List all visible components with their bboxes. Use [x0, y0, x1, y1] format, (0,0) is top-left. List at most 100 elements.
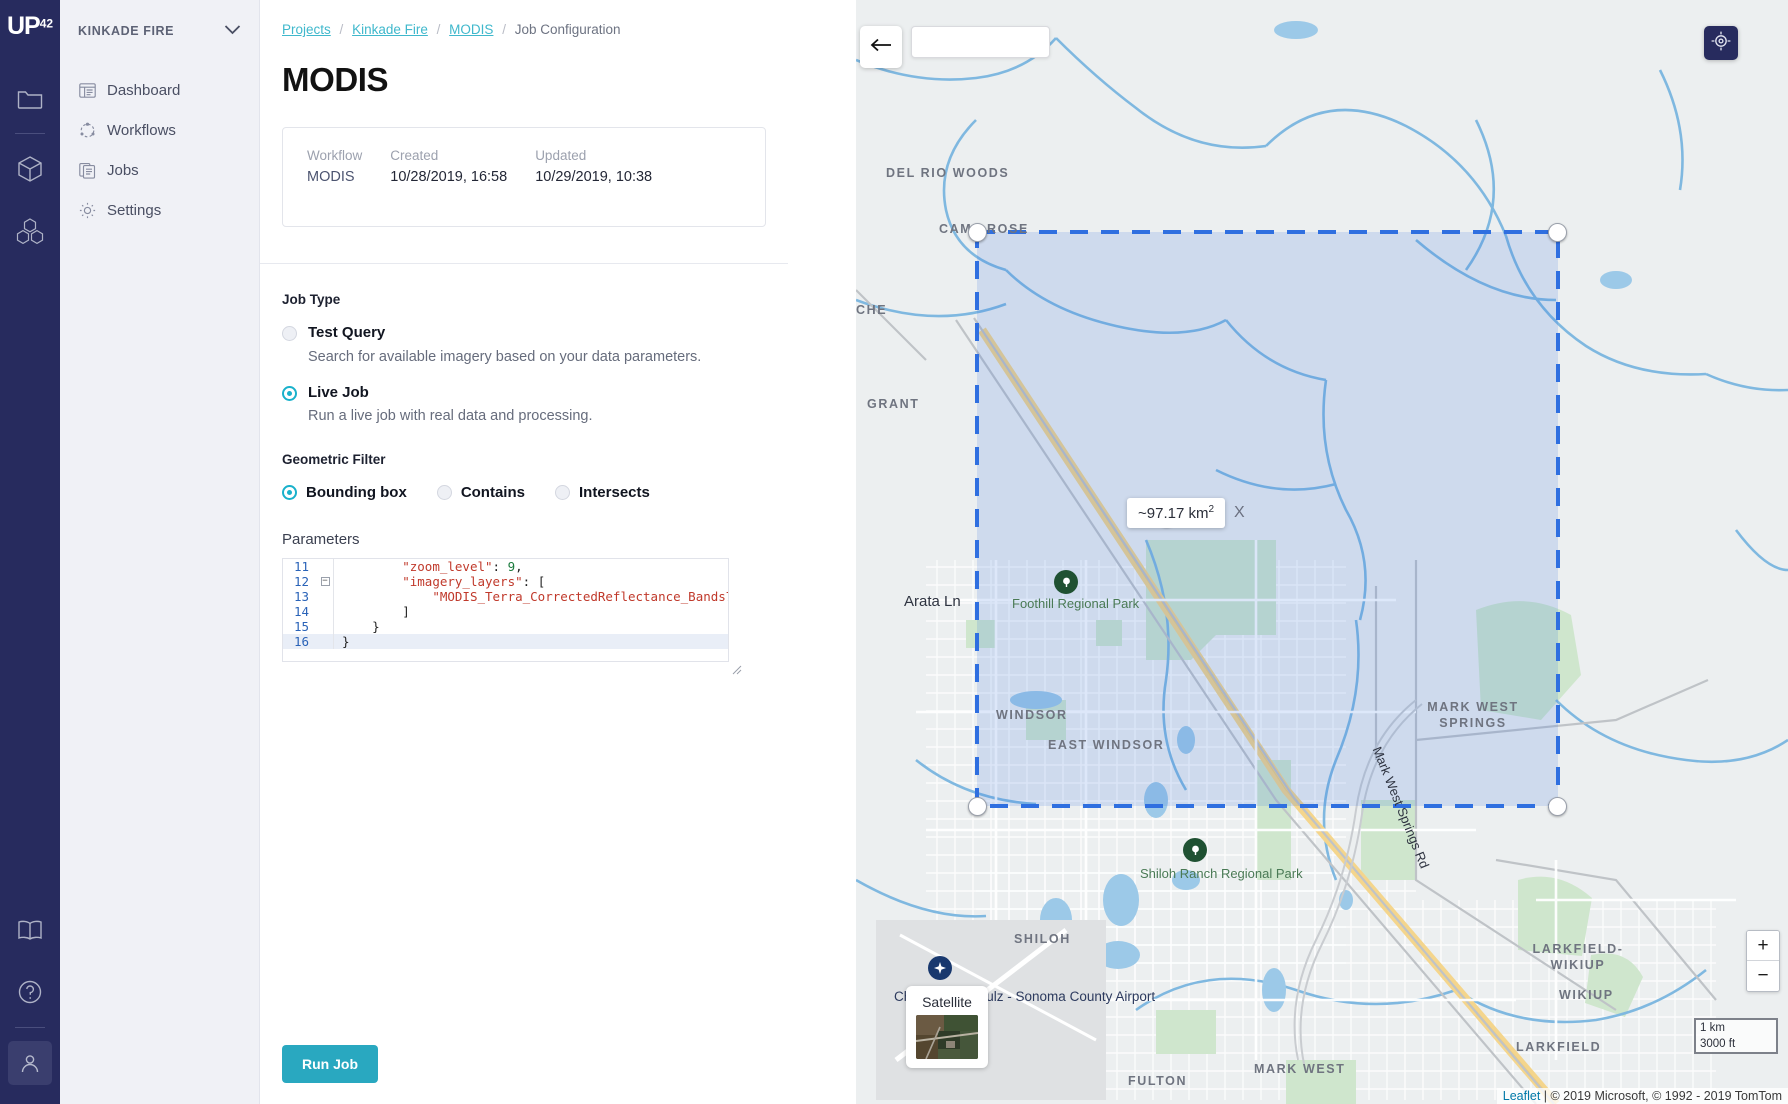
bbox-handle-top-left[interactable] — [968, 223, 987, 242]
leaflet-link[interactable]: Leaflet — [1503, 1089, 1541, 1103]
map-search-input[interactable] — [911, 26, 1050, 58]
job-type-option-live-job[interactable]: Live Job — [282, 383, 766, 403]
map-scale-control: 1 km 3000 ft — [1694, 1018, 1778, 1054]
code-gutter-divider — [333, 603, 334, 619]
geo-option-label: Contains — [460, 484, 525, 501]
geometric-filter-options: Bounding box Contains Intersects — [282, 483, 766, 503]
user-avatar-icon[interactable] — [8, 1041, 52, 1085]
book-icon[interactable] — [8, 908, 52, 952]
blocks-icon[interactable] — [8, 209, 52, 253]
breadcrumb-kinkade-fire[interactable]: Kinkade Fire — [352, 22, 428, 37]
map-locate-button[interactable] — [1704, 26, 1738, 60]
code-line-text: "zoom_level": 9, — [402, 558, 523, 574]
geo-option-intersects[interactable]: Intersects — [554, 483, 650, 503]
radio-bounding-box[interactable] — [282, 485, 297, 501]
crosshair-locate-icon — [1711, 31, 1731, 56]
code-line-number: 16 — [293, 633, 309, 649]
code-line: 15 } — [283, 618, 728, 634]
code-line-number: 13 — [293, 588, 309, 604]
workflow-icon — [78, 121, 96, 139]
code-line-text: ] — [342, 603, 410, 619]
job-type-description: Search for available imagery based on yo… — [308, 348, 702, 365]
zoom-in-button[interactable]: + — [1747, 931, 1779, 961]
icon-rail: UP42 — [0, 0, 60, 1104]
code-gutter-divider — [333, 588, 334, 604]
cube-icon[interactable] — [8, 147, 52, 191]
radio-test-query[interactable] — [282, 326, 297, 341]
job-type-label: Live Job — [308, 383, 369, 401]
jobs-icon — [78, 161, 96, 179]
run-job-button[interactable]: Run Job — [282, 1045, 378, 1083]
folder-icon[interactable] — [8, 76, 52, 120]
chevron-down-icon[interactable] — [224, 22, 241, 40]
up42-logo[interactable]: UP42 — [7, 12, 53, 41]
meta-workflow: Workflow MODIS — [307, 148, 362, 204]
geo-option-contains[interactable]: Contains — [436, 483, 525, 503]
map-back-button[interactable] — [860, 26, 902, 68]
sidebar-nav: KINKADE FIRE Dashboard Workflows Jobs Se… — [60, 0, 260, 1104]
meta-updated-label: Updated — [535, 148, 587, 163]
parameters-code-editor[interactable]: 11 "zoom_level": 9, 12− "imagery_layers":… — [282, 557, 729, 662]
logo-text: UP — [6, 12, 41, 40]
meta-updated-value: 10/29/2019, 10:38 — [535, 169, 653, 185]
area-close-button[interactable]: X — [1227, 500, 1252, 526]
parameters-title: Parameters — [282, 530, 360, 548]
map-layer-control[interactable]: Satellite — [906, 986, 988, 1068]
breadcrumb-projects[interactable]: Projects — [282, 22, 331, 37]
code-line-text: "imagery_layers": [ — [402, 573, 546, 589]
layer-control-label: Satellite — [922, 994, 972, 1010]
job-type-option-test-query[interactable]: Test Query — [282, 323, 766, 343]
meta-workflow-label: Workflow — [307, 148, 363, 163]
sidebar-item-label: Settings — [107, 201, 162, 219]
code-line-number: 15 — [293, 618, 309, 634]
breadcrumb-separator: / — [339, 22, 344, 37]
park-pin-foothill — [1054, 570, 1078, 594]
sidebar-item-settings[interactable]: Settings — [60, 190, 259, 230]
bbox-handle-bottom-left[interactable] — [968, 797, 987, 816]
code-fold-toggle[interactable]: − — [317, 576, 333, 586]
breadcrumb-current: Job Configuration — [514, 22, 621, 37]
parameters-section: Parameters 11 "zoom_level": 9, 12− "image… — [260, 530, 788, 674]
gear-icon — [78, 201, 96, 219]
radio-live-job[interactable] — [282, 385, 297, 401]
meta-created-value: 10/28/2019, 16:58 — [390, 169, 508, 185]
sidebar-item-workflows[interactable]: Workflows — [60, 110, 259, 150]
scale-imperial: 3000 ft — [1694, 1036, 1778, 1054]
bbox-handle-bottom-right[interactable] — [1548, 797, 1567, 816]
geo-option-bounding-box[interactable]: Bounding box — [282, 483, 407, 503]
zoom-out-button[interactable]: − — [1747, 961, 1779, 991]
code-gutter-divider — [333, 618, 334, 634]
sidebar-item-dashboard[interactable]: Dashboard — [60, 70, 259, 110]
sidebar-item-jobs[interactable]: Jobs — [60, 150, 259, 190]
radio-contains[interactable] — [436, 485, 452, 501]
area-measurement-tooltip: ~97.17 km2 X — [1127, 498, 1252, 528]
rail-divider-bottom — [15, 1027, 45, 1028]
geometric-filter-title: Geometric Filter — [282, 452, 386, 467]
meta-updated: Updated 10/29/2019, 10:38 — [535, 148, 652, 204]
app-root: UP42 KINKADE FIRE Dashboard Workflows Jo… — [0, 0, 1788, 1104]
code-gutter-divider — [333, 573, 334, 589]
code-line: 16} — [283, 633, 728, 649]
code-line-number: 12 — [293, 573, 309, 589]
job-type-title: Job Type — [282, 292, 341, 307]
meta-workflow-value: MODIS — [307, 169, 355, 185]
breadcrumb-modis[interactable]: MODIS — [449, 22, 493, 37]
dashboard-icon — [78, 81, 96, 99]
project-selector[interactable]: KINKADE FIRE — [60, 10, 259, 52]
project-name: KINKADE FIRE — [78, 24, 175, 38]
map-panel[interactable]: DEL RIO WOODS CAMP ROSE CHE GRANT WINDSO… — [856, 0, 1788, 1104]
map-canvas — [856, 0, 1788, 1104]
meta-created-label: Created — [390, 148, 439, 163]
bbox-handle-top-right[interactable] — [1548, 223, 1567, 242]
geo-option-label: Bounding box — [306, 484, 407, 501]
help-icon[interactable] — [8, 970, 52, 1014]
meta-created: Created 10/28/2019, 16:58 — [390, 148, 507, 204]
editor-resize-handle[interactable] — [729, 662, 742, 675]
area-measurement-value: ~97.17 km2 — [1127, 498, 1226, 528]
code-line: 14 ] — [283, 603, 728, 619]
job-type-description: Run a live job with real data and proces… — [308, 408, 593, 424]
code-line-number: 14 — [293, 603, 309, 619]
code-line-number: 11 — [293, 558, 309, 574]
breadcrumb-separator: / — [502, 22, 506, 37]
radio-intersects[interactable] — [554, 485, 570, 501]
